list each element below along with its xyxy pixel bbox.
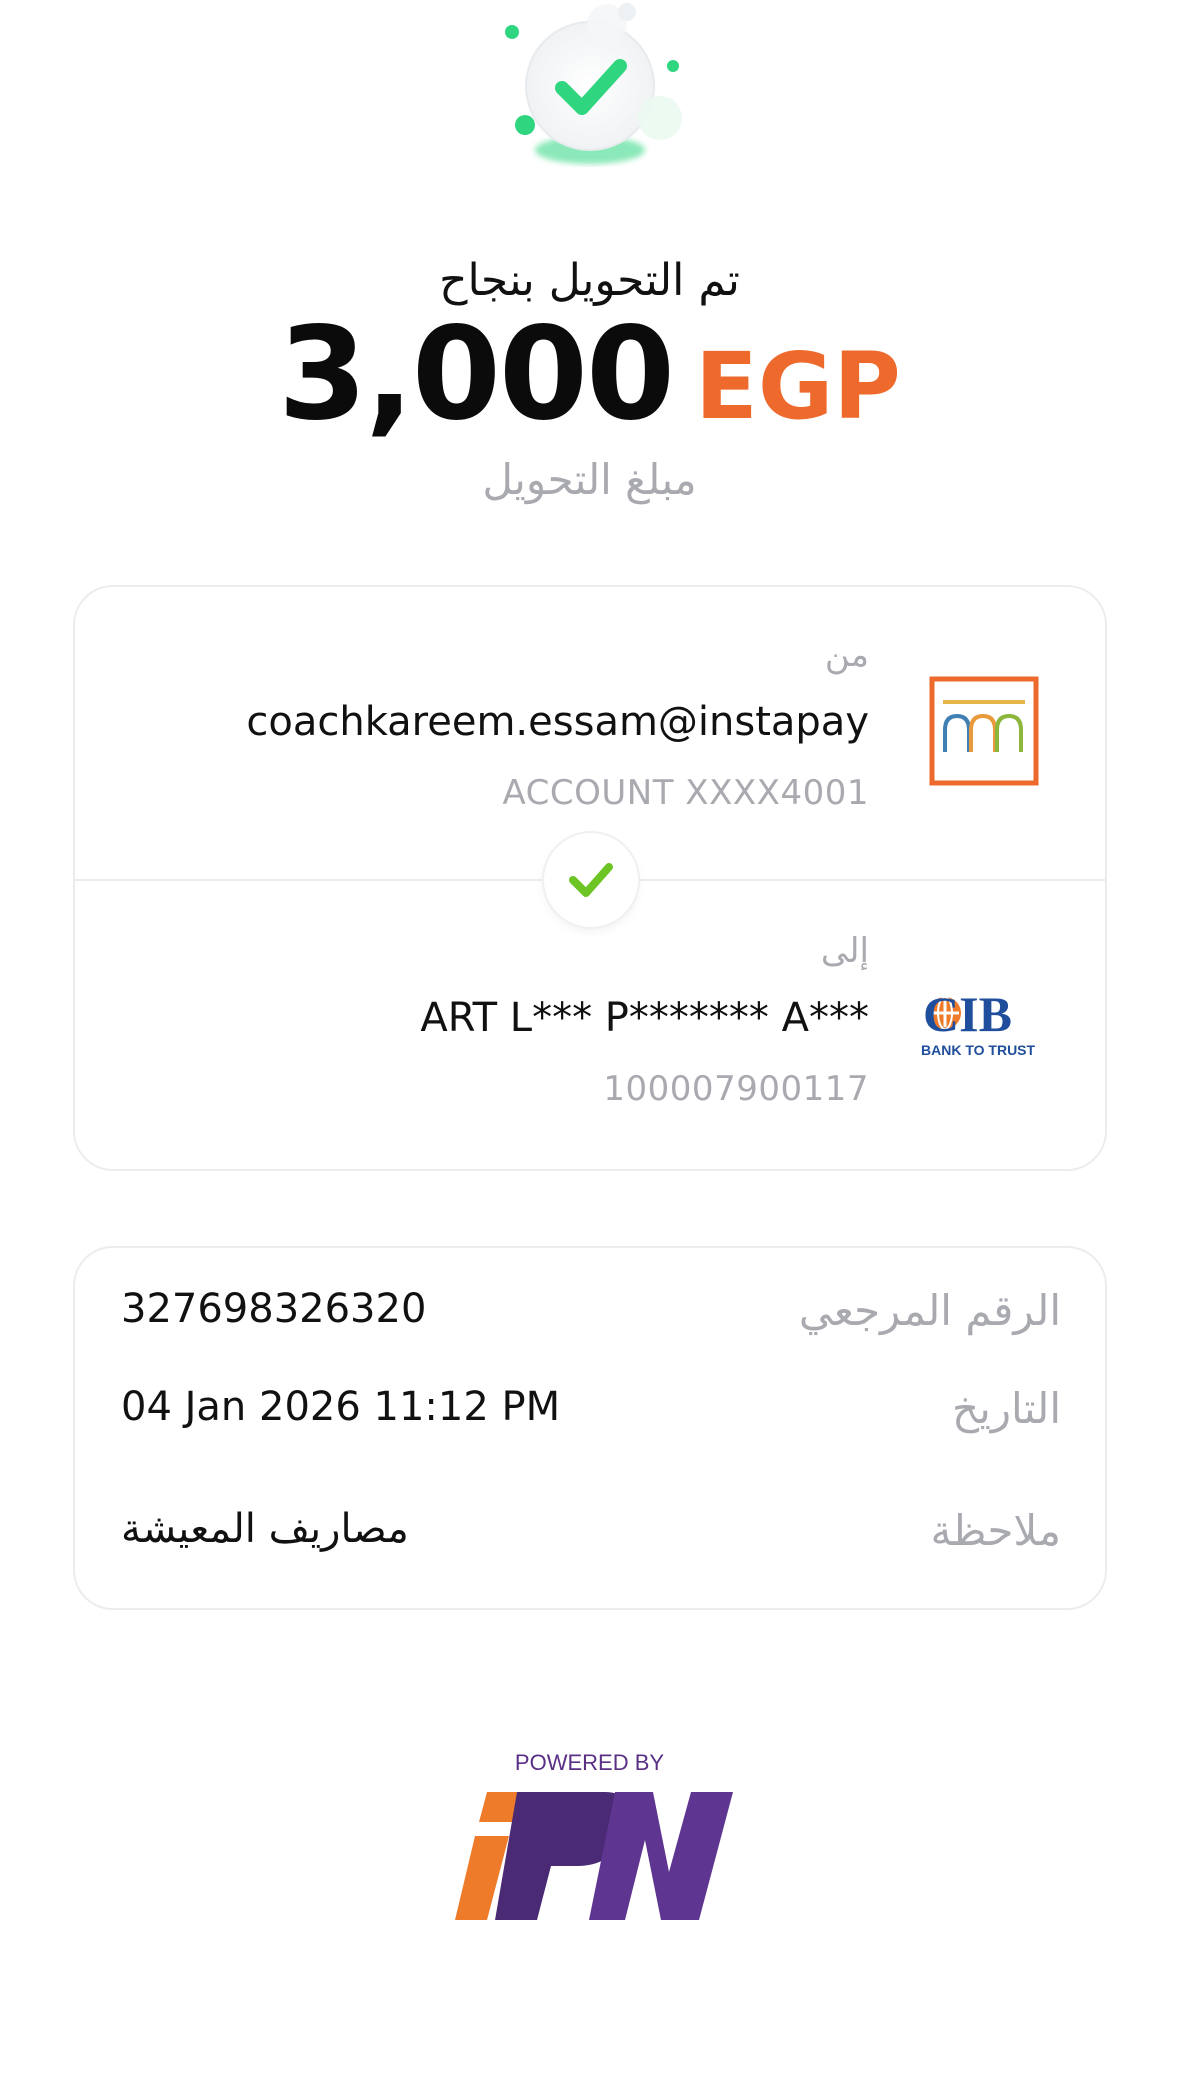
- from-name: coachkareem.essam@instapay: [246, 699, 869, 745]
- to-label: إلى: [820, 931, 869, 971]
- sender-bank-logo: [929, 676, 1039, 786]
- amount-currency: EGP: [695, 333, 901, 440]
- success-check-icon: [490, 0, 700, 175]
- amount-row: 3,000 EGP: [0, 300, 1179, 449]
- to-account: 100007900117: [603, 1069, 869, 1109]
- check-icon: [544, 833, 638, 927]
- reference-value: 327698326320: [121, 1286, 427, 1332]
- transfer-card: من coachkareem.essam@instapay ACCOUNT XX…: [73, 585, 1107, 1171]
- success-title: تم التحويل بنجاح: [439, 255, 740, 306]
- to-name: ART L*** P******* A***: [420, 995, 869, 1041]
- ipn-logo: [455, 1782, 735, 1922]
- note-label: ملاحظة: [930, 1506, 1062, 1555]
- details-card: الرقم المرجعي 327698326320 التاريخ 04 Ja…: [73, 1246, 1107, 1610]
- date-label: التاريخ: [951, 1384, 1061, 1433]
- reference-label: الرقم المرجعي: [798, 1286, 1061, 1335]
- amount-subtitle: مبلغ التحويل: [482, 455, 697, 504]
- amount-value: 3,000: [278, 300, 675, 449]
- cib-tagline: BANK TO TRUST: [921, 1042, 1036, 1058]
- from-account: ACCOUNT XXXX4001: [502, 773, 869, 813]
- cib-logo-text: CIB: [923, 987, 1012, 1042]
- receiver-bank-logo: CIB BANK TO TRUST: [917, 986, 1057, 1067]
- from-label: من: [824, 635, 869, 675]
- note-value: مصاريف المعيشة: [121, 1506, 409, 1552]
- date-value: 04 Jan 2026 11:12 PM: [121, 1384, 561, 1430]
- powered-by-label: POWERED BY: [514, 1750, 665, 1775]
